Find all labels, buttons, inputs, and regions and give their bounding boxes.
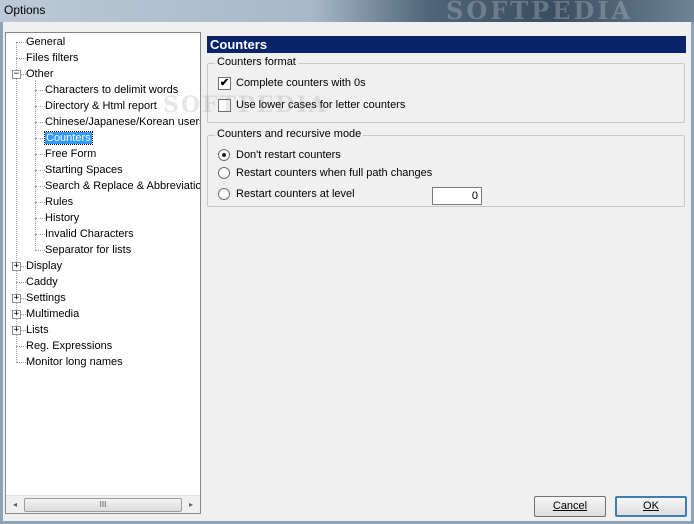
tree-item[interactable]: Directory & Html report — [45, 98, 157, 114]
scroll-right-button[interactable]: ▸ — [183, 497, 199, 513]
tree-item[interactable]: Multimedia — [26, 306, 79, 322]
dialog-client-area: General Files filters − Other Characters to … — [3, 22, 691, 521]
expand-icon[interactable]: + — [12, 310, 21, 319]
restart-level-label: Restart counters at level — [236, 188, 355, 200]
expand-icon[interactable]: + — [12, 294, 21, 303]
tree-item[interactable]: Free Form — [45, 146, 96, 162]
ok-button[interactable]: OK — [615, 496, 687, 517]
tree-connector — [35, 250, 45, 251]
tree-connector — [16, 42, 26, 43]
restart-path-radio[interactable] — [218, 167, 230, 179]
tree-horizontal-scrollbar[interactable]: ◂ III ▸ — [6, 495, 200, 513]
ok-button-label: OK — [643, 500, 659, 512]
restart-path-label: Restart counters when full path changes — [236, 167, 433, 179]
tree-connector — [35, 234, 45, 235]
dont-restart-radio[interactable] — [218, 149, 230, 161]
collapse-icon[interactable]: − — [12, 70, 21, 79]
tree-item[interactable]: Rules — [45, 194, 73, 210]
tree-connector — [35, 154, 45, 155]
cancel-button[interactable]: Cancel — [534, 496, 606, 517]
recursive-mode-group: Counters and recursive mode Don't restar… — [207, 128, 685, 207]
tree-item[interactable]: Reg. Expressions — [26, 338, 112, 354]
tree-connector — [35, 106, 45, 107]
tree-item-label: Search & Replace & Abbreviations — [45, 180, 200, 192]
counters-format-legend: Counters format — [215, 56, 298, 68]
tree-item-label: Lists — [26, 324, 49, 336]
tree-item-label: General — [26, 36, 66, 48]
tree-connector — [35, 138, 45, 139]
tree-item-label: Other — [26, 68, 54, 80]
tree-item[interactable]: Characters to delimit words — [45, 82, 178, 98]
scroll-left-button[interactable]: ◂ — [7, 497, 23, 513]
tree-item[interactable]: General — [26, 34, 65, 50]
tree-item[interactable]: Counters — [44, 130, 93, 146]
tree-item-label: Settings — [26, 292, 66, 304]
tree-item-label: Reg. Expressions — [26, 340, 113, 352]
tree-item[interactable]: Settings — [26, 290, 66, 306]
tree-item[interactable]: Lists — [26, 322, 49, 338]
tree-item[interactable]: Caddy — [26, 274, 58, 290]
radio-dot-icon — [222, 153, 226, 157]
tree-item-label: Counters — [44, 131, 93, 145]
tree-connector — [35, 186, 45, 187]
tree-connector — [35, 218, 45, 219]
tree-item-label: Monitor long names — [26, 356, 123, 368]
expand-icon[interactable]: + — [12, 326, 21, 335]
window-frame: General Files filters − Other Characters to … — [0, 22, 694, 524]
softpedia-overlay-watermark: SOFTPEDIA — [163, 92, 328, 118]
complete-zeros-label: Complete counters with 0s — [236, 77, 366, 89]
tree-connector — [16, 362, 26, 363]
tree-item-label: Free Form — [45, 148, 97, 160]
tree-item-label: Caddy — [26, 276, 58, 288]
tree-item-label: Files filters — [26, 52, 79, 64]
restart-level-input[interactable] — [432, 187, 482, 205]
dont-restart-label: Don't restart counters — [236, 149, 341, 161]
tree-item[interactable]: Starting Spaces — [45, 162, 123, 178]
tree-connector — [35, 170, 45, 171]
tree-item-label: Display — [26, 260, 63, 272]
tree-item-label: Separator for lists — [45, 244, 132, 256]
tree-item-label: Invalid Characters — [45, 228, 134, 240]
tree-connector — [35, 202, 45, 203]
tree-item-label: Directory & Html report — [45, 100, 157, 112]
tree-item-label: Starting Spaces — [45, 164, 123, 176]
window-title: Options — [4, 3, 46, 17]
scroll-thumb[interactable]: III — [24, 498, 182, 512]
tree-item-label: History — [45, 212, 80, 224]
tree-item[interactable]: Invalid Characters — [45, 226, 134, 242]
cancel-button-label: Cancel — [552, 500, 588, 512]
title-bar: Options SOFTPEDIA — [0, 0, 694, 25]
expand-icon[interactable]: + — [12, 262, 21, 271]
complete-zeros-checkbox[interactable]: ✔ — [218, 77, 231, 90]
tree-connector — [16, 282, 26, 283]
tree-item[interactable]: Display — [26, 258, 62, 274]
tree-item[interactable]: Search & Replace & Abbreviations — [45, 178, 200, 194]
tree-connector — [16, 346, 26, 347]
tree-connector — [16, 58, 26, 59]
tree-item[interactable]: History — [45, 210, 79, 226]
restart-level-radio[interactable] — [218, 188, 230, 200]
tree-connector — [35, 90, 45, 91]
tree-item[interactable]: Files filters — [26, 50, 79, 66]
page-title: Counters — [207, 36, 686, 53]
recursive-mode-legend: Counters and recursive mode — [215, 128, 364, 140]
tree-item-label: Multimedia — [26, 308, 80, 320]
tree-connector — [35, 122, 45, 123]
tree-item[interactable]: Other — [26, 66, 54, 82]
tree-item-label: Rules — [45, 196, 74, 208]
tree-item[interactable]: Monitor long names — [26, 354, 123, 370]
tree-item[interactable]: Separator for lists — [45, 242, 131, 258]
tree-item-label: Characters to delimit words — [45, 84, 179, 96]
